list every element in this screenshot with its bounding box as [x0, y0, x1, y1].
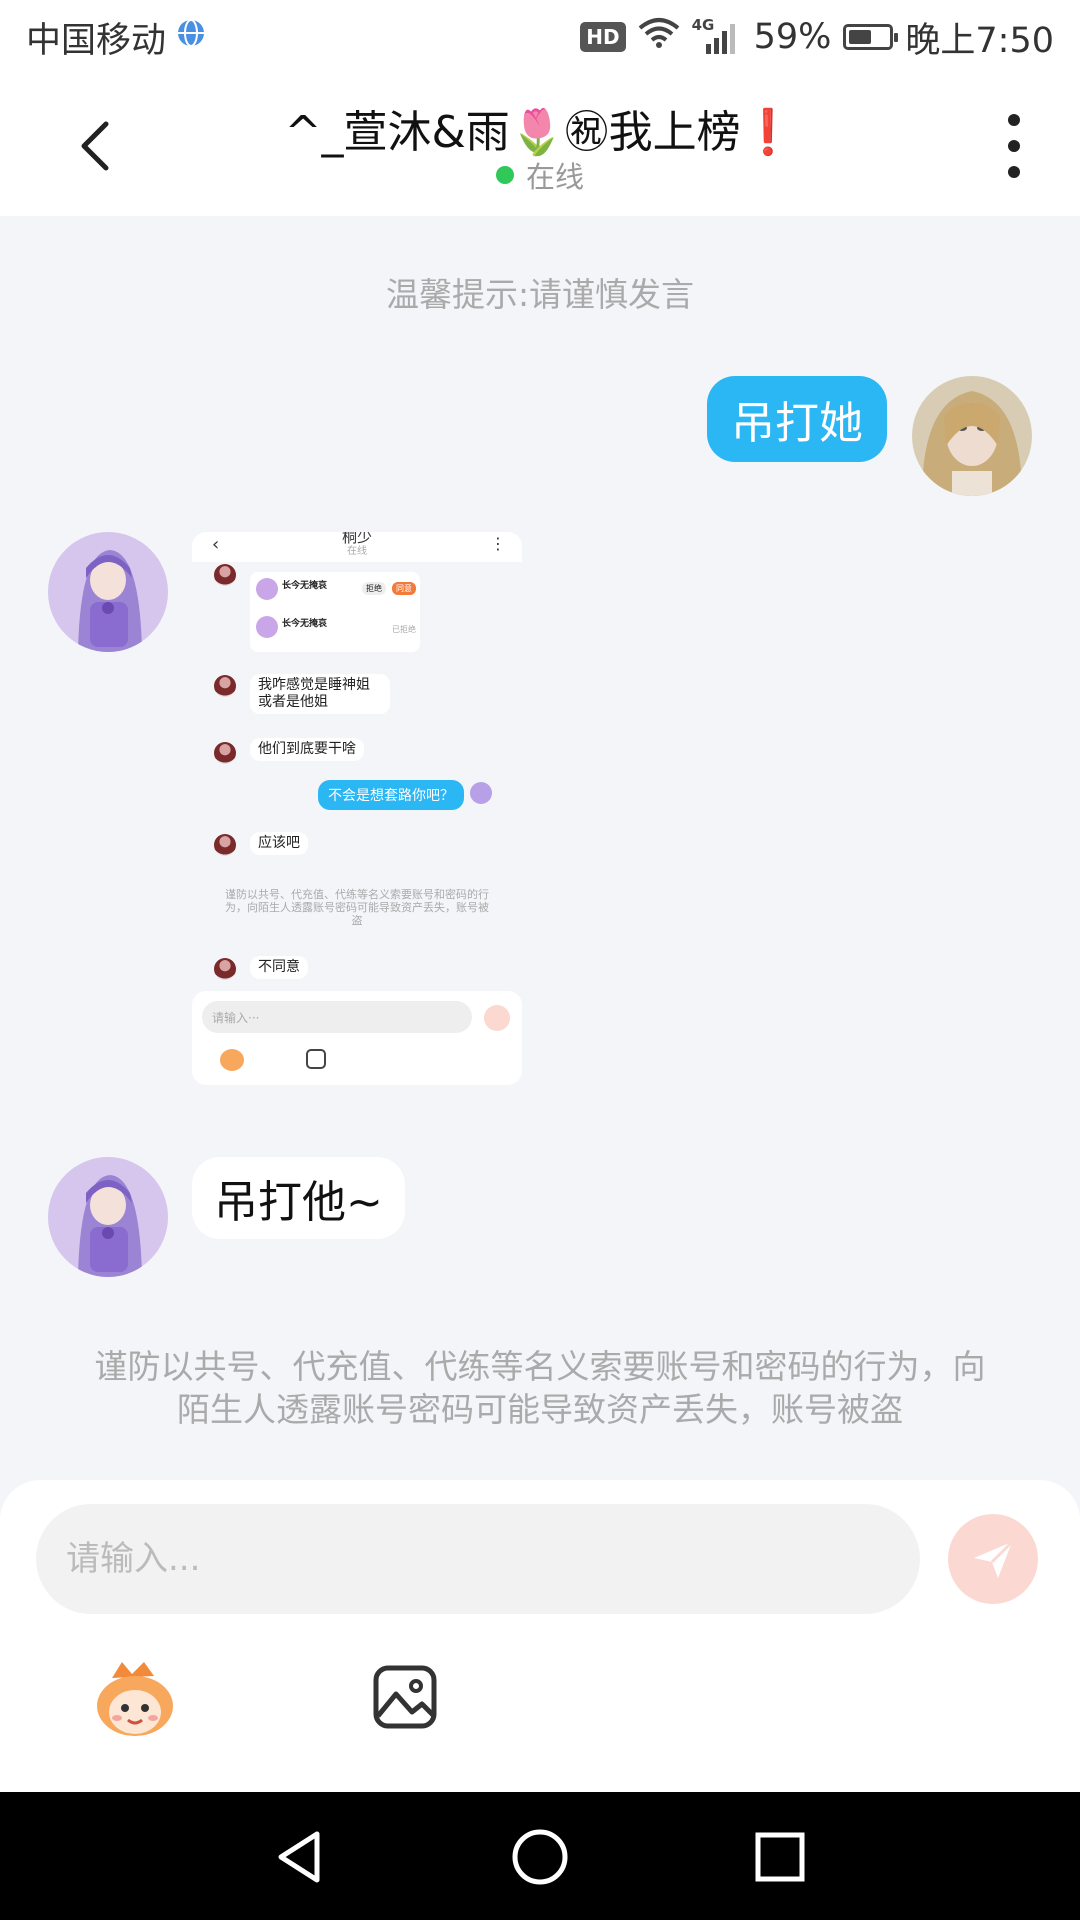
tip-message: 温馨提示:请谨慎发言 — [385, 275, 695, 314]
wifi-icon — [638, 17, 680, 58]
screenshot-message: 应该吧 — [250, 832, 308, 855]
image-button[interactable] — [372, 1664, 438, 1730]
contact-avatar[interactable] — [48, 532, 168, 652]
nav-back-button[interactable] — [265, 1822, 335, 1892]
screenshot-avatar — [214, 958, 236, 980]
battery-icon — [843, 24, 899, 50]
carrier-label: 中国移动 — [26, 20, 167, 61]
screenshot-sent-message: 不会是想套路你吧？ — [318, 780, 464, 810]
emoji-button[interactable] — [92, 1660, 178, 1740]
triangle-back-icon — [278, 1831, 320, 1883]
screenshot-input: 请输入··· — [202, 1001, 472, 1033]
send-icon — [974, 1540, 1014, 1578]
security-warning: 谨防以共号、代充值、代练等名义索要账号和密码的行为，向陌生人透露账号密码可能导致… — [94, 1347, 986, 1429]
globe-icon — [176, 17, 206, 57]
chat-header: ^_萱沐&雨🌷㊗我上榜❗ 在线 — [0, 74, 1080, 216]
screenshot-avatar — [214, 742, 236, 764]
screenshot-header: ‹ 桐少 在线 ⋮ — [192, 532, 522, 562]
sent-message-bubble[interactable]: 吊打她 — [707, 376, 887, 462]
clock: 晚上7:50 — [905, 20, 1054, 61]
cellular-signal-icon: 4G — [692, 16, 742, 54]
status-bar: 中国移动 HD 4G 59% 晚上7:50 — [0, 0, 1080, 74]
battery-fill — [849, 30, 872, 44]
screenshot-card-status: 已拒绝 — [392, 625, 416, 634]
contact-avatar[interactable] — [48, 1157, 168, 1277]
shared-screenshot-image[interactable]: ‹ 桐少 在线 ⋮ 长今无掩哀 拒绝 同意 长今无掩哀 已拒绝 我咋感觉是睡神姐… — [192, 532, 522, 1085]
screenshot-emoji-icon — [220, 1049, 244, 1071]
screenshot-card-name: 长今无掩哀 — [282, 581, 328, 591]
screenshot-warning: 谨防以共号、代充值、代练等名义索要账号和密码的行为，向陌生人透露账号密码可能导致… — [225, 888, 489, 927]
send-button[interactable] — [948, 1514, 1038, 1604]
screenshot-send-icon — [484, 1005, 510, 1031]
screenshot-friend-card: 长今无掩哀 拒绝 同意 长今无掩哀 已拒绝 — [250, 572, 420, 652]
screenshot-online: 在线 — [347, 546, 367, 557]
screenshot-avatar — [214, 675, 236, 697]
online-status-label: 在线 — [525, 160, 584, 194]
screenshot-card-avatar — [256, 616, 278, 638]
battery-percent: 59% — [753, 17, 832, 57]
hd-badge: HD — [580, 22, 626, 52]
screenshot-card-accept: 同意 — [392, 582, 416, 595]
nav-home-button[interactable] — [505, 1822, 575, 1892]
screenshot-card-avatar — [256, 578, 278, 600]
screenshot-avatar — [470, 782, 492, 804]
my-avatar[interactable] — [912, 376, 1032, 496]
screenshot-image-icon — [306, 1049, 326, 1069]
more-dot — [1008, 166, 1020, 178]
nav-recent-button[interactable] — [745, 1822, 815, 1892]
screenshot-message: 他们到底要干啥 — [250, 738, 364, 761]
image-icon — [373, 1665, 437, 1729]
message-input[interactable] — [36, 1504, 920, 1614]
screenshot-card-name: 长今无掩哀 — [282, 619, 328, 629]
screenshot-avatar — [214, 564, 236, 586]
screenshot-avatar — [214, 834, 236, 856]
more-vertical-icon — [1008, 114, 1020, 126]
circle-home-icon — [512, 1829, 568, 1885]
more-dot — [1008, 140, 1020, 152]
system-navigation-bar — [0, 1792, 1080, 1920]
online-dot — [495, 166, 514, 184]
screenshot-message: 我咋感觉是睡神姐或者是他姐 — [250, 674, 390, 714]
message-composer — [0, 1480, 1080, 1792]
chat-title: ^_萱沐&雨🌷㊗我上榜❗ — [284, 107, 796, 158]
emoji-face-icon — [97, 1662, 173, 1736]
more-options-button[interactable] — [1000, 114, 1028, 178]
screenshot-card-reject: 拒绝 — [362, 582, 386, 595]
screenshot-message: 不同意 — [250, 956, 308, 979]
received-message-bubble[interactable]: 吊打他~ — [192, 1157, 405, 1239]
square-recent-icon — [755, 1832, 805, 1882]
screenshot-more-icon: ⋮ — [490, 534, 506, 553]
screenshot-input-area: 请输入··· — [192, 991, 522, 1085]
online-status: 在线 — [0, 154, 1080, 196]
